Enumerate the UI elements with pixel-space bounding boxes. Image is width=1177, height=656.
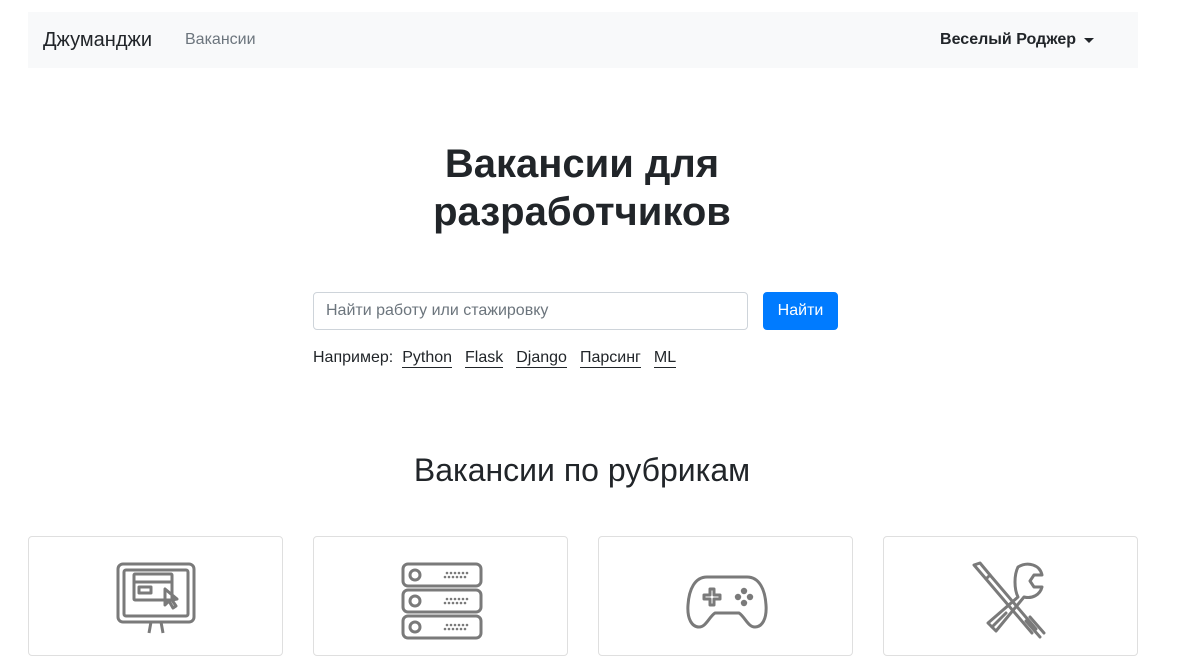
gamepad-icon xyxy=(686,575,768,629)
example-link-parsing[interactable]: Парсинг xyxy=(579,349,641,368)
search-examples: Например: Python Flask Django Парсинг ML xyxy=(313,348,689,368)
category-card-devops[interactable] xyxy=(883,536,1138,656)
nav-link-vacancies[interactable]: Вакансии xyxy=(185,31,256,49)
search-input[interactable] xyxy=(313,292,748,330)
page-title: Вакансии для разработчиков xyxy=(433,142,731,234)
navbar: Джуманджи Вакансии Веселый Роджер xyxy=(28,12,1138,68)
example-link-ml[interactable]: ML xyxy=(653,349,677,368)
brand-link[interactable]: Джуманджи xyxy=(43,28,152,52)
user-menu-dropdown[interactable]: Веселый Роджер xyxy=(940,31,1094,49)
example-link-python[interactable]: Python xyxy=(402,349,453,368)
search-button[interactable]: Найти xyxy=(763,292,838,330)
example-link-flask[interactable]: Flask xyxy=(465,349,504,368)
category-card-backend[interactable] xyxy=(313,536,568,656)
category-card-frontend[interactable] xyxy=(28,536,283,656)
example-link-django[interactable]: Django xyxy=(516,349,567,368)
server-icon xyxy=(401,562,483,640)
section-title: Вакансии по рубрикам xyxy=(413,452,751,488)
examples-label: Например: xyxy=(313,349,394,366)
monitor-icon xyxy=(116,562,196,634)
caret-down-icon xyxy=(1084,37,1094,43)
tools-icon xyxy=(972,561,1046,639)
category-card-gamedev[interactable] xyxy=(598,536,853,656)
user-menu-label: Веселый Роджер xyxy=(940,31,1076,48)
